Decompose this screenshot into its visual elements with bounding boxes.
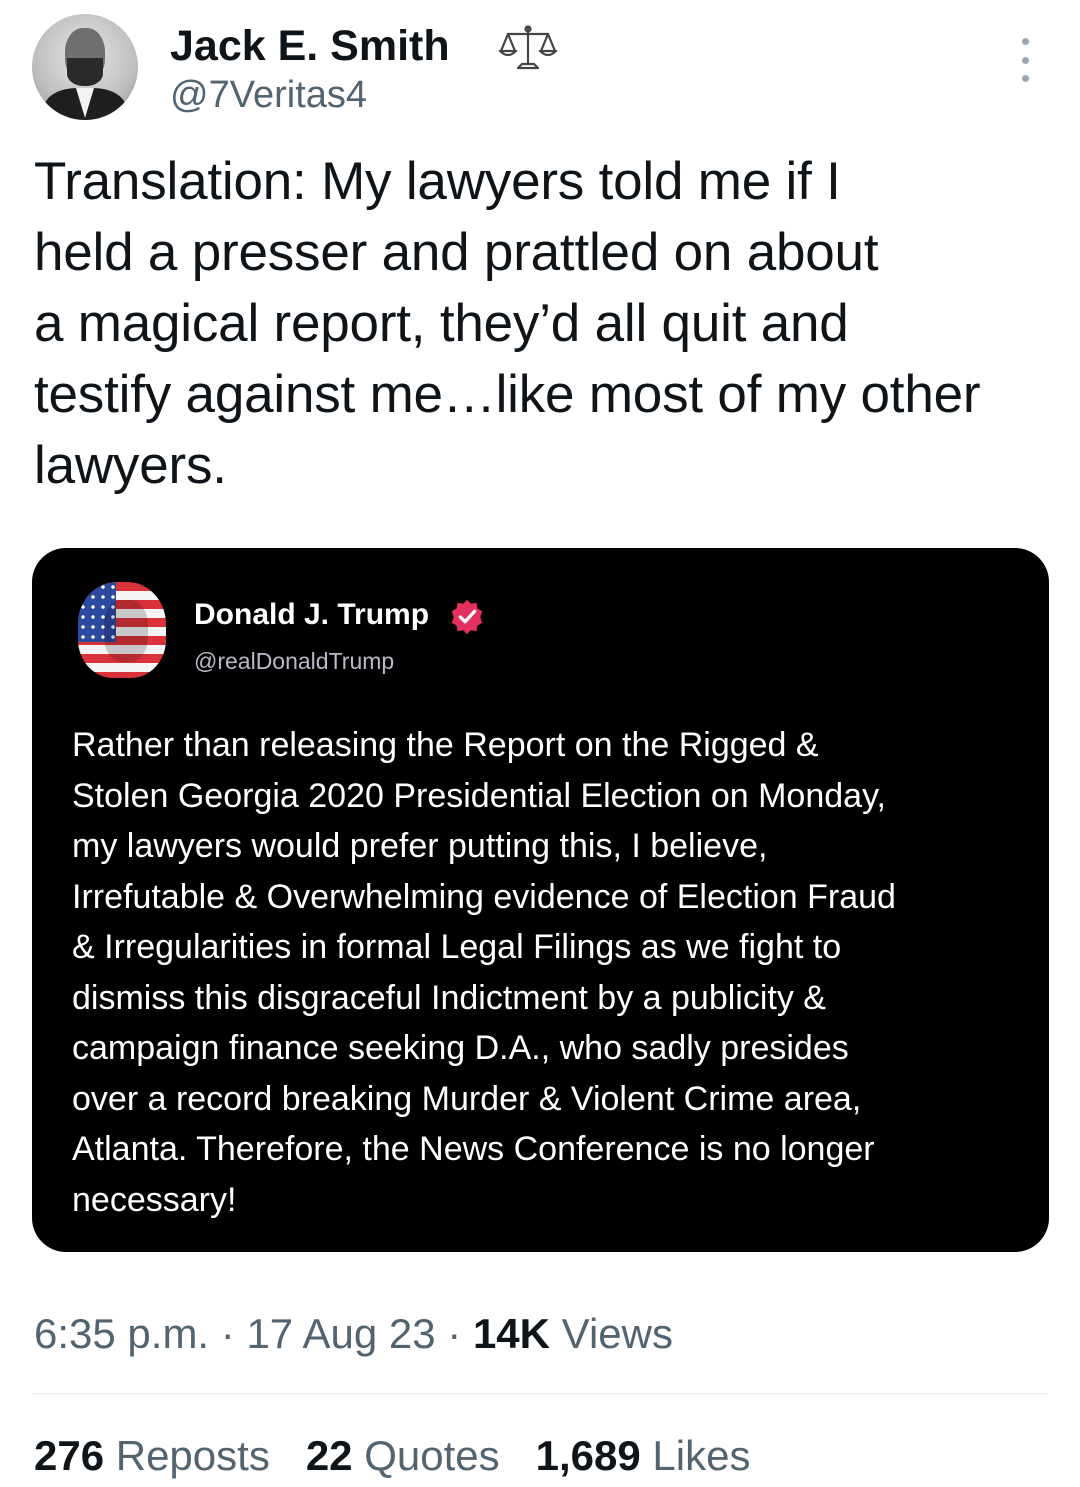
views-label: Views xyxy=(550,1310,673,1357)
more-dot xyxy=(1021,38,1029,45)
quoted-author-display-name[interactable]: Donald J. Trump xyxy=(194,596,429,634)
verified-badge-icon xyxy=(451,599,483,635)
likes-stat[interactable]: 1,689 Likes xyxy=(536,1430,751,1482)
divider xyxy=(32,1393,1048,1395)
scales-icon xyxy=(498,25,558,70)
post-date[interactable]: 17 Aug 23 xyxy=(246,1310,435,1357)
author-display-name[interactable]: Jack E. Smith xyxy=(170,20,450,72)
reposts-label: Reposts xyxy=(104,1432,270,1479)
quotes-count: 22 xyxy=(305,1432,353,1479)
tweet-text: Translation: My lawyers told me if I hel… xyxy=(34,152,981,495)
views-count: 14K xyxy=(472,1310,551,1357)
tweet-header: Jack E. Smith @7Veritas4 xyxy=(32,14,1048,124)
author-handle[interactable]: @7Veritas4 xyxy=(170,72,367,118)
more-vertical-icon[interactable] xyxy=(1010,38,1040,82)
meta-separator: · xyxy=(435,1310,473,1357)
reposts-count: 276 xyxy=(34,1432,105,1479)
post-meta: 6:35 p.m. · 17 Aug 23 · 14K Views xyxy=(34,1308,673,1360)
quoted-author-avatar[interactable] xyxy=(78,582,166,678)
more-dot xyxy=(1021,75,1029,82)
likes-count: 1,689 xyxy=(535,1432,641,1479)
post-time[interactable]: 6:35 p.m. xyxy=(34,1310,209,1357)
quotes-stat[interactable]: 22 Quotes xyxy=(306,1430,500,1482)
quoted-author-handle[interactable]: @realDonaldTrump xyxy=(194,646,394,676)
reposts-stat[interactable]: 276 Reposts xyxy=(34,1430,270,1482)
quotes-label: Quotes xyxy=(352,1432,500,1479)
avatar-beard xyxy=(67,58,103,86)
engagement-stats: 276 Reposts 22 Quotes 1,689 Likes xyxy=(34,1430,786,1482)
quoted-post-text: Rather than releasing the Report on the … xyxy=(72,726,896,1219)
author-avatar[interactable] xyxy=(32,14,138,120)
likes-label: Likes xyxy=(640,1432,751,1479)
more-dot xyxy=(1021,56,1029,64)
meta-separator: · xyxy=(209,1310,247,1357)
avatar-face xyxy=(104,600,148,662)
quoted-post-card[interactable]: Donald J. Trump @realDonaldTrump Rather … xyxy=(32,548,1049,1252)
